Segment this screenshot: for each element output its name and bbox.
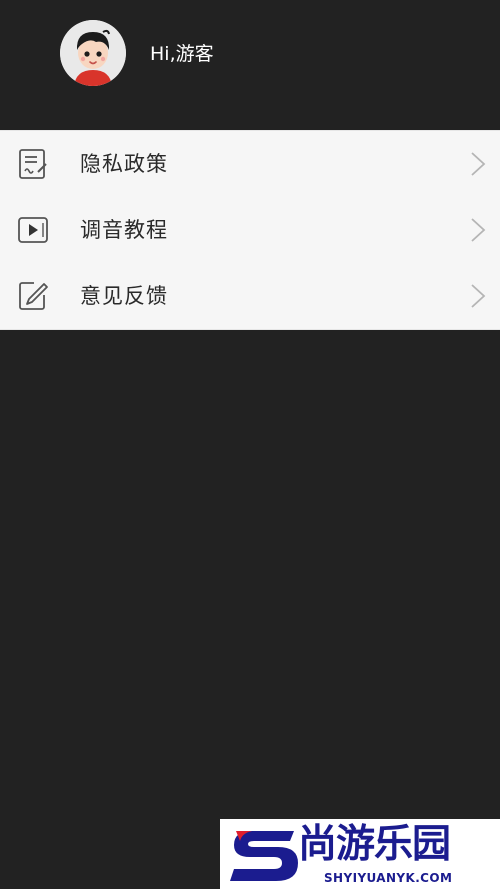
user-header: Hi,游客 [0, 0, 500, 130]
avatar[interactable] [60, 20, 126, 86]
menu-label-tuning-tutorial: 调音教程 [80, 218, 168, 242]
chevron-right-icon [470, 217, 486, 243]
chevron-right-icon [470, 151, 486, 177]
menu-label-privacy-policy: 隐私政策 [80, 152, 168, 176]
watermark-text: 尚游乐园 [298, 822, 451, 867]
greeting-text: Hi,游客 [150, 43, 214, 65]
menu-label-feedback: 意见反馈 [80, 284, 168, 308]
drawer-page: Hi,游客 隐私政策 调音教程 意见反馈 尚游乐园 SHYIYUANYK.COM [0, 0, 500, 889]
watermark-logo-icon [230, 831, 298, 881]
menu-item-feedback[interactable]: 意见反馈 [0, 263, 500, 329]
watermark-subtext: SHYIYUANYK.COM [324, 871, 453, 885]
menu-item-privacy-policy[interactable]: 隐私政策 [0, 131, 500, 197]
document-edit-icon [16, 147, 50, 181]
menu-list: 隐私政策 调音教程 意见反馈 [0, 130, 500, 330]
menu-item-tuning-tutorial[interactable]: 调音教程 [0, 197, 500, 263]
chevron-right-icon [470, 283, 486, 309]
pencil-edit-icon [16, 279, 50, 313]
avatar-icon [60, 20, 126, 86]
video-play-icon [16, 213, 50, 247]
site-watermark: 尚游乐园 SHYIYUANYK.COM [220, 819, 500, 889]
